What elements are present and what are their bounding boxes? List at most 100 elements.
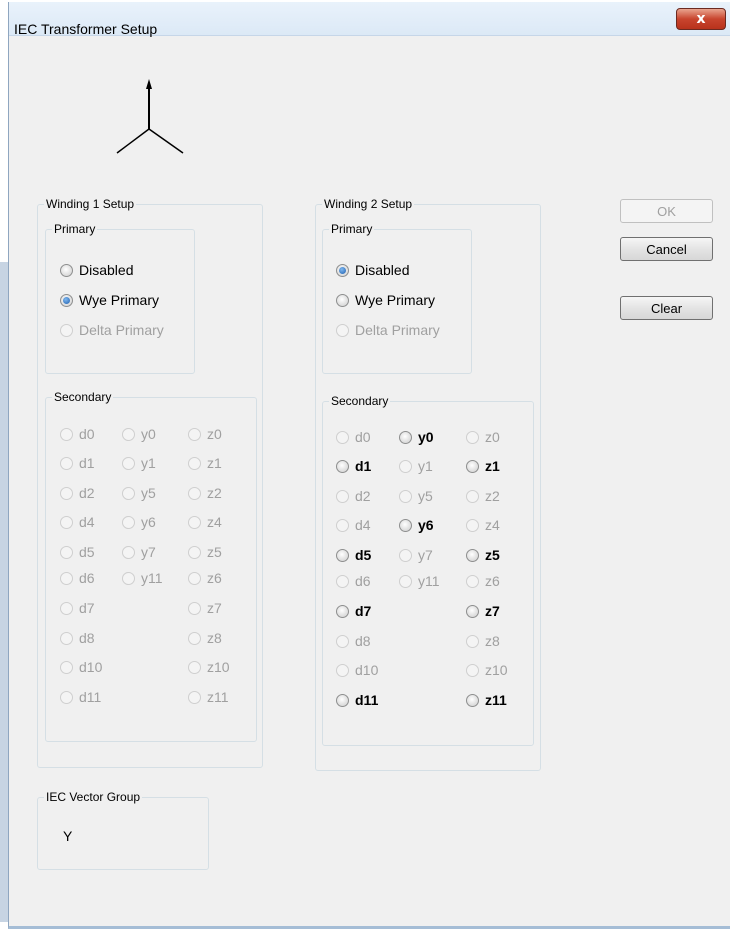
- radio-indicator[interactable]: [336, 693, 349, 707]
- winding2-primary-option: Delta Primary: [336, 322, 440, 338]
- winding1-secondary-d10-label: d10: [79, 659, 103, 675]
- winding2-primary-option-label: Wye Primary: [355, 292, 435, 308]
- winding2-secondary-d1-label: d1: [355, 458, 372, 474]
- winding2-secondary-z7[interactable]: z7: [466, 603, 500, 619]
- radio-indicator: [466, 663, 479, 677]
- radio-indicator: [336, 663, 349, 677]
- winding1-secondary-d4: d4: [60, 514, 95, 530]
- winding1-secondary-y0: y0: [122, 426, 156, 442]
- winding2-secondary-y6-label: y6: [418, 517, 434, 533]
- winding1-secondary-d0-label: d0: [79, 426, 95, 442]
- winding1-secondary-d2: d2: [60, 485, 95, 501]
- radio-indicator: [399, 574, 412, 588]
- winding2-primary-option[interactable]: Disabled: [336, 262, 409, 278]
- radio-indicator[interactable]: [466, 459, 479, 473]
- radio-indicator: [336, 430, 349, 444]
- radio-indicator: [466, 518, 479, 532]
- winding2-secondary-d10: d10: [336, 662, 378, 678]
- radio-indicator[interactable]: [336, 548, 349, 562]
- winding2-secondary-z10-label: z10: [485, 662, 508, 678]
- radio-indicator[interactable]: [60, 293, 73, 307]
- radio-indicator: [399, 489, 412, 503]
- winding2-secondary-y7-label: y7: [418, 547, 433, 563]
- close-button[interactable]: x: [676, 8, 726, 30]
- clear-button[interactable]: Clear: [620, 296, 713, 320]
- radio-indicator: [122, 545, 135, 559]
- radio-indicator: [188, 486, 201, 500]
- winding1-secondary-z11-label: z11: [207, 689, 229, 705]
- radio-indicator: [336, 634, 349, 648]
- radio-indicator: [122, 486, 135, 500]
- winding1-secondary-y1: y1: [122, 455, 156, 471]
- winding1-secondary-d5-label: d5: [79, 544, 95, 560]
- winding2-secondary-d7[interactable]: d7: [336, 603, 371, 619]
- winding2-secondary-d11[interactable]: d11: [336, 692, 378, 708]
- radio-indicator: [466, 574, 479, 588]
- winding2-secondary-y6[interactable]: y6: [399, 517, 434, 533]
- winding2-secondary-z0: z0: [466, 429, 500, 445]
- winding1-secondary-y11: y11: [122, 570, 163, 586]
- winding1-secondary-z11: z11: [188, 689, 229, 705]
- radio-indicator: [60, 601, 73, 615]
- winding2-primary-option[interactable]: Wye Primary: [336, 292, 435, 308]
- winding1-secondary-d7: d7: [60, 600, 95, 616]
- left-edge-strip: [0, 262, 8, 922]
- radio-indicator: [60, 515, 73, 529]
- radio-indicator[interactable]: [60, 263, 73, 277]
- winding2-secondary-d4: d4: [336, 517, 371, 533]
- winding1-primary-option[interactable]: Wye Primary: [60, 292, 159, 308]
- winding1-secondary-z1: z1: [188, 455, 222, 471]
- winding1-secondary-z2: z2: [188, 485, 222, 501]
- radio-indicator[interactable]: [399, 430, 412, 444]
- winding2-secondary-d0: d0: [336, 429, 371, 445]
- radio-indicator: [122, 515, 135, 529]
- radio-indicator[interactable]: [336, 293, 349, 307]
- winding1-secondary-d2-label: d2: [79, 485, 95, 501]
- winding2-secondary-d0-label: d0: [355, 429, 371, 445]
- winding2-secondary-y5: y5: [399, 488, 433, 504]
- radio-indicator[interactable]: [336, 604, 349, 618]
- radio-indicator[interactable]: [466, 548, 479, 562]
- radio-indicator: [336, 489, 349, 503]
- ok-button[interactable]: OK: [620, 199, 713, 223]
- winding2-secondary-z7-label: z7: [485, 603, 500, 619]
- winding1-secondary-d7-label: d7: [79, 600, 95, 616]
- winding2-secondary-y0-label: y0: [418, 429, 434, 445]
- winding2-secondary-d11-label: d11: [355, 692, 379, 708]
- winding2-secondary-z8: z8: [466, 633, 500, 649]
- winding1-primary-option-label: Disabled: [79, 262, 134, 278]
- winding1-secondary-d5: d5: [60, 544, 95, 560]
- radio-indicator[interactable]: [466, 604, 479, 618]
- winding1-secondary-d0: d0: [60, 426, 95, 442]
- winding2-secondary-y0[interactable]: y0: [399, 429, 434, 445]
- radio-indicator: [60, 456, 73, 470]
- winding1-secondary-d11: d11: [60, 689, 101, 705]
- winding2-secondary-z4-label: z4: [485, 517, 500, 533]
- radio-indicator[interactable]: [466, 693, 479, 707]
- cancel-button[interactable]: Cancel: [620, 237, 713, 261]
- winding2-secondary-z0-label: z0: [485, 429, 500, 445]
- winding1-secondary-z7: z7: [188, 600, 222, 616]
- winding1-secondary-z6: z6: [188, 570, 222, 586]
- winding2-secondary-z1-label: z1: [485, 458, 500, 474]
- radio-indicator[interactable]: [336, 459, 349, 473]
- radio-indicator: [188, 515, 201, 529]
- winding2-title: Winding 2 Setup: [322, 197, 415, 211]
- winding2-secondary-z11[interactable]: z11: [466, 692, 507, 708]
- winding1-secondary-z10: z10: [188, 659, 230, 675]
- winding2-secondary-z5[interactable]: z5: [466, 547, 500, 563]
- winding2-secondary-d5[interactable]: d5: [336, 547, 371, 563]
- winding1-secondary-d10: d10: [60, 659, 102, 675]
- winding2-secondary-z1[interactable]: z1: [466, 458, 500, 474]
- winding2-secondary-d1[interactable]: d1: [336, 458, 371, 474]
- winding1-primary-option-label: Delta Primary: [79, 322, 164, 338]
- winding1-secondary-d6: d6: [60, 570, 95, 586]
- winding2-secondary-y11: y11: [399, 573, 440, 589]
- winding2-secondary-d10-label: d10: [355, 662, 379, 678]
- winding1-secondary-z4-label: z4: [207, 514, 222, 530]
- winding1-primary-option[interactable]: Disabled: [60, 262, 133, 278]
- winding1-secondary-z8: z8: [188, 630, 222, 646]
- winding2-secondary-y7: y7: [399, 547, 433, 563]
- radio-indicator[interactable]: [336, 263, 349, 277]
- radio-indicator[interactable]: [399, 518, 412, 532]
